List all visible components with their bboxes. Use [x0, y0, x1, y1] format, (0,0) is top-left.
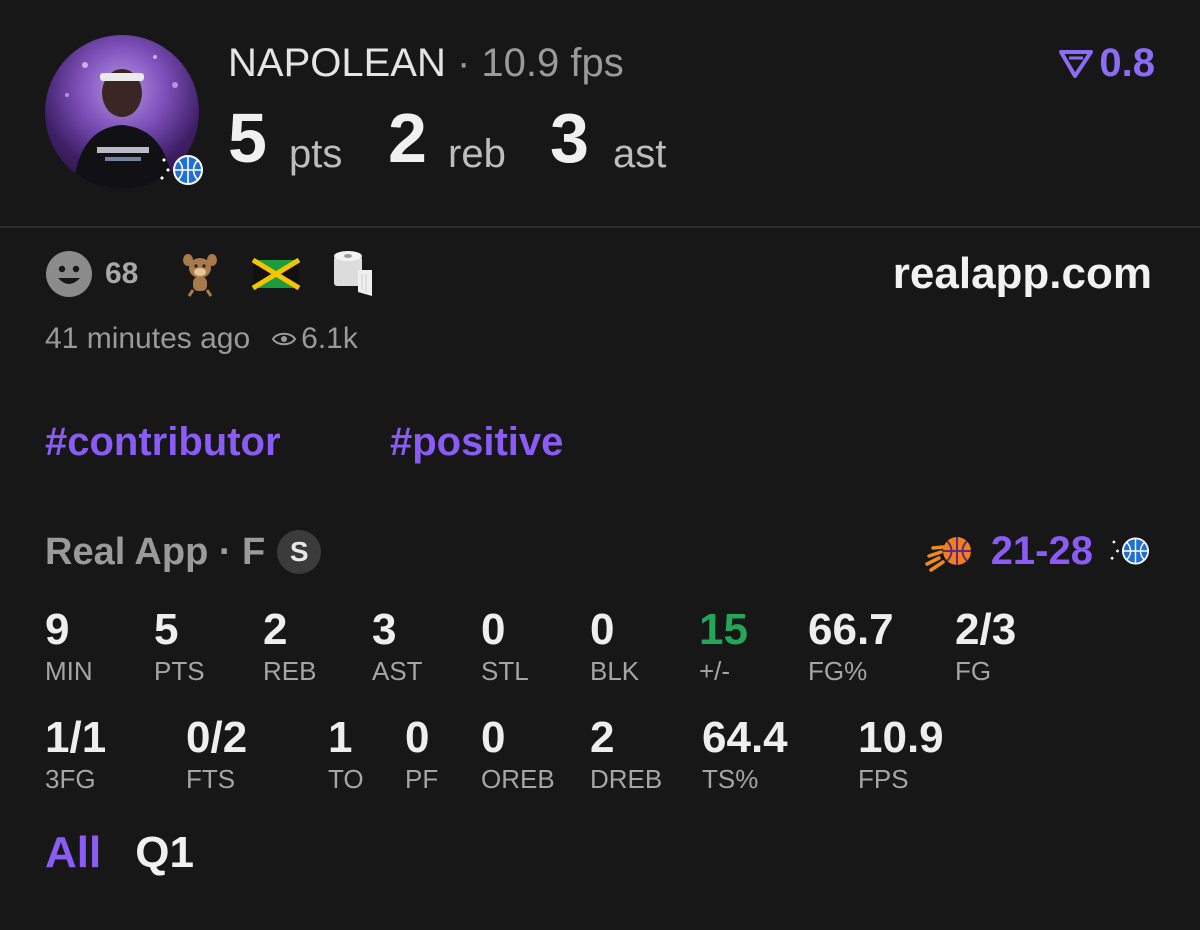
- stat-label: AST: [372, 656, 423, 686]
- smiley-face-icon: [46, 251, 92, 297]
- stat-label: FPS: [858, 764, 909, 794]
- stat-plus-minus: 15 +/-: [699, 605, 748, 687]
- time-ago: 41 minutes ago: [45, 322, 251, 355]
- stat-fps: 10.9 FPS: [858, 713, 944, 795]
- stat-value: 5: [154, 605, 179, 654]
- stat-label: FG%: [808, 656, 868, 686]
- stat-label: BLK: [590, 656, 640, 686]
- header-divider: [0, 226, 1200, 228]
- stat-label: +/-: [699, 656, 731, 686]
- cartoon-character-icon[interactable]: [176, 250, 224, 298]
- magic-basketball-icon: [1110, 537, 1149, 565]
- rating-value: 0.8: [1099, 41, 1155, 85]
- stat-oreb: 0 OREB: [481, 713, 555, 795]
- stat-value: 64.4: [702, 713, 788, 762]
- game-score: 21-28: [990, 529, 1093, 573]
- stat-value: 9: [45, 605, 70, 654]
- game-label: Real App · F: [45, 531, 266, 573]
- stat-label: PF: [405, 764, 439, 794]
- stat-value: 3: [372, 605, 397, 654]
- stat-ts-pct: 64.4 TS%: [702, 713, 788, 795]
- stat-blk: 0 BLK: [590, 605, 640, 687]
- stat-label: FTS: [186, 764, 236, 794]
- stat-min: 9 MIN: [45, 605, 93, 687]
- stat-label: OREB: [481, 764, 555, 794]
- stat-value: 0/2: [186, 713, 248, 762]
- headline-reb-value: 2: [388, 99, 427, 177]
- suns-logo-icon: [924, 537, 971, 572]
- real-logo-icon: [1059, 50, 1094, 78]
- tab-q1[interactable]: Q1: [135, 828, 194, 878]
- player-name[interactable]: NAPOLEAN: [228, 41, 446, 85]
- stat-value: 10.9: [858, 713, 944, 762]
- headline-ast-unit: ast: [613, 132, 667, 176]
- stat-value: 66.7: [808, 605, 894, 654]
- player-fps: · 10.9 fps: [456, 41, 624, 85]
- player-name-line: NAPOLEAN · 10.9 fps: [228, 40, 624, 86]
- stat-label: PTS: [154, 656, 205, 686]
- stat-reb: 2 REB: [263, 605, 317, 687]
- status-badge: S: [277, 530, 322, 574]
- site-link[interactable]: realapp.com: [893, 248, 1152, 300]
- stat-label: REB: [263, 656, 317, 686]
- tag-contributor[interactable]: #contributor: [45, 418, 281, 466]
- stat-fts: 0/2 FTS: [186, 713, 248, 795]
- game-matchup[interactable]: 21-28: [924, 527, 1155, 575]
- stat-stl: 0 STL: [481, 605, 529, 687]
- stat-label: TO: [328, 764, 364, 794]
- headline-reb-unit: reb: [448, 132, 506, 176]
- stat-label: MIN: [45, 656, 93, 686]
- post-meta: 41 minutes ago 6.1k: [45, 321, 358, 357]
- stat-value: 1/1: [45, 713, 107, 762]
- stat-value: 2: [263, 605, 288, 654]
- magic-basketball-icon: [160, 155, 203, 185]
- rating-display[interactable]: 0.8: [1059, 40, 1155, 86]
- stat-pts: 5 PTS: [154, 605, 205, 687]
- eye-icon: [272, 332, 297, 346]
- stat-value: 0: [481, 713, 506, 762]
- stat-label: STL: [481, 656, 529, 686]
- headline-ast-value: 3: [550, 99, 589, 177]
- headline-pts-value: 5: [228, 99, 267, 177]
- stat-ast: 3 AST: [372, 605, 423, 687]
- stat-3fg: 1/1 3FG: [45, 713, 107, 795]
- reactions-row: 68: [45, 250, 404, 298]
- jamaica-flag-icon[interactable]: [252, 250, 301, 298]
- stat-fg: 2/3 FG: [955, 605, 1017, 687]
- stat-label: TS%: [702, 764, 759, 794]
- stat-value: 1: [328, 713, 353, 762]
- stat-value: 15: [699, 605, 748, 654]
- views-count: 6.1k: [272, 321, 358, 357]
- stat-dreb: 2 DREB: [590, 713, 663, 795]
- period-tabs: All Q1: [45, 828, 194, 878]
- stat-value: 0: [481, 605, 506, 654]
- smiley-count: 68: [105, 257, 139, 290]
- stat-label: 3FG: [45, 764, 96, 794]
- stat-value: 0: [405, 713, 430, 762]
- stat-to: 1 TO: [328, 713, 364, 795]
- stat-value: 0: [590, 605, 615, 654]
- stat-label: FG: [955, 656, 992, 686]
- toilet-paper-icon[interactable]: [328, 250, 376, 298]
- stat-value: 2: [590, 713, 615, 762]
- game-line: Real App · F S: [45, 528, 322, 576]
- stat-fg-pct: 66.7 FG%: [808, 605, 894, 687]
- headline-pts-unit: pts: [289, 132, 343, 176]
- smiley-reaction[interactable]: 68: [45, 250, 176, 298]
- views-value: 6.1k: [301, 322, 358, 355]
- stat-value: 2/3: [955, 605, 1017, 654]
- stat-pf: 0 PF: [405, 713, 439, 795]
- tab-all[interactable]: All: [45, 828, 101, 878]
- stat-label: DREB: [590, 764, 663, 794]
- tag-positive[interactable]: #positive: [390, 418, 563, 466]
